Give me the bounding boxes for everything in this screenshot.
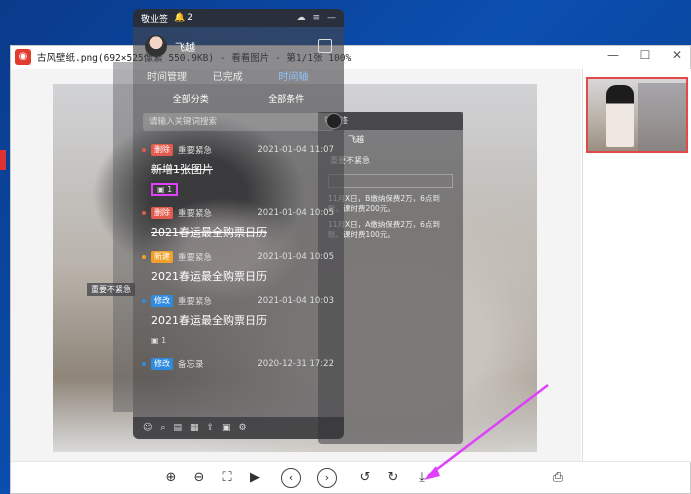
- menu-icon[interactable]: ≡: [312, 13, 320, 23]
- priority-label: 重要紧急: [178, 146, 213, 156]
- timeline-item[interactable]: 新建 重要紧急 2021-01-04 10:05 2021春运最全购票日历: [133, 246, 344, 290]
- bell-icon[interactable]: 🔔: [174, 13, 185, 23]
- timeline-item[interactable]: 删除 重要紧急 2021-01-04 10:05 2021春运最全购票日历: [133, 202, 344, 246]
- panel2-input[interactable]: [328, 174, 453, 188]
- status-badge: 新建: [151, 251, 173, 263]
- status-badge: 修改: [151, 295, 173, 307]
- note-title: 新增1张图片: [151, 163, 213, 176]
- minimize-icon[interactable]: —: [327, 13, 336, 23]
- priority-label: 重要紧急: [178, 209, 213, 219]
- calendar-icon[interactable]: ▣: [222, 423, 231, 433]
- search-input[interactable]: 请输入关键词搜索: [143, 113, 342, 131]
- priority-label: 备忘录: [178, 360, 204, 370]
- notes-bottom-bar: ☺ ⌕ ▤ ▦ ⇪ ▣ ⚙: [133, 417, 344, 439]
- image-count[interactable]: ▣ 1: [151, 336, 166, 345]
- timeline-item[interactable]: 修改 备忘录 2020-12-31 17:22: [133, 353, 344, 377]
- timeline-list: 删除 重要紧急 2021-01-04 11:07 新增1张图片 ▣ 1 删除 重…: [133, 139, 344, 377]
- close-button[interactable]: ✕: [670, 48, 684, 62]
- tab-time-management[interactable]: 时间管理: [147, 68, 213, 83]
- window-controls: — ☐ ✕: [606, 48, 684, 62]
- viewer-toolbar: ⊕ ⊖ ⛶ ▶ ‹ › ↺ ↻ ⤓ ⎙: [11, 461, 690, 493]
- zoom-in-icon[interactable]: ⊕: [161, 468, 181, 488]
- save-icon[interactable]: ⤓: [412, 468, 432, 488]
- timestamp: 2021-01-04 10:03: [257, 296, 334, 306]
- note-icon[interactable]: ▤: [173, 423, 182, 433]
- thumbnail-item[interactable]: [586, 77, 688, 153]
- category-filter[interactable]: 全部分类: [173, 92, 209, 105]
- timeline-dot: [142, 362, 146, 366]
- thumbnail-figure: [606, 85, 634, 147]
- minimize-button[interactable]: —: [606, 48, 620, 62]
- timestamp: 2021-01-04 11:07: [257, 145, 334, 155]
- share-icon[interactable]: ⇪: [206, 423, 214, 433]
- timestamp: 2021-01-04 10:05: [257, 208, 334, 218]
- note-title: 2021春运最全购票日历: [151, 226, 267, 239]
- timeline-dot: [142, 148, 146, 152]
- notes-app-window: 敬业签 🔔 2 ☁ ≡ — 飞越 时间管理 已完成 时间轴 全部分类 全部条件 …: [133, 9, 344, 439]
- search-placeholder: 请输入关键词搜索: [149, 117, 218, 127]
- condition-filter[interactable]: 全部条件: [268, 92, 304, 105]
- image-count-value: 1: [167, 185, 173, 194]
- priority-label: 重要紧急: [178, 297, 213, 307]
- zoom-out-icon[interactable]: ⊖: [189, 468, 209, 488]
- notes-tabs: 时间管理 已完成 时间轴: [133, 65, 344, 85]
- status-badge: 修改: [151, 358, 173, 370]
- status-badge: 删除: [151, 144, 173, 156]
- user-icon[interactable]: ☺: [143, 423, 152, 433]
- timestamp: 2021-01-04 10:05: [257, 252, 334, 262]
- avatar[interactable]: [145, 35, 167, 57]
- priority-label: 重要紧急: [178, 253, 213, 263]
- notes-app-name: 敬业签: [141, 14, 169, 25]
- tab-completed[interactable]: 已完成: [213, 68, 279, 83]
- notification-count: 2: [187, 13, 193, 23]
- timeline-item[interactable]: 删除 重要紧急 2021-01-04 11:07 新增1张图片 ▣ 1: [133, 139, 344, 202]
- note-title: 2021春运最全购票日历: [151, 314, 267, 327]
- image-count[interactable]: ▣ 1: [151, 183, 179, 196]
- grid-icon[interactable]: ▦: [190, 423, 199, 433]
- search-go-icon[interactable]: [326, 113, 342, 129]
- settings-icon[interactable]: ⚙: [239, 423, 247, 433]
- maximize-button[interactable]: ☐: [638, 48, 652, 62]
- rotate-left-icon[interactable]: ↺: [355, 468, 375, 488]
- cloud-icon[interactable]: ☁: [296, 13, 305, 23]
- thumbnail-panel: [582, 69, 691, 462]
- thumbnail-overlay: [638, 83, 686, 151]
- status-badge: 删除: [151, 207, 173, 219]
- fit-icon[interactable]: ⛶: [217, 468, 237, 488]
- rotate-right-icon[interactable]: ↻: [383, 468, 403, 488]
- timeline-dot: [142, 255, 146, 259]
- image-count-value: 1: [161, 336, 167, 345]
- timeline-dot: [142, 299, 146, 303]
- username: 飞越: [175, 42, 195, 54]
- desktop-sliver: [0, 150, 6, 170]
- note-title: 2021春运最全购票日历: [151, 270, 267, 283]
- print-icon[interactable]: ⎙: [548, 468, 568, 488]
- left-strip-overlay: [113, 62, 133, 412]
- tab-timeline[interactable]: 时间轴: [278, 68, 344, 83]
- search-icon[interactable]: ⌕: [160, 423, 165, 433]
- notes-topbar-controls: ☁ ≡ —: [296, 13, 336, 23]
- notes-topbar: 敬业签 🔔 2 ☁ ≡ —: [133, 9, 344, 27]
- calendar-icon[interactable]: [318, 39, 332, 53]
- next-icon[interactable]: ›: [317, 468, 337, 488]
- viewer-app-icon: ◉: [15, 49, 31, 65]
- timeline-dot: [142, 211, 146, 215]
- notes-filters: 全部分类 全部条件: [133, 85, 344, 111]
- notes-user-row: 飞越: [133, 27, 344, 65]
- prev-icon[interactable]: ‹: [281, 468, 301, 488]
- timestamp: 2020-12-31 17:22: [257, 359, 334, 369]
- strip-label: 重要不紧急: [87, 283, 135, 296]
- play-icon[interactable]: ▶: [245, 468, 265, 488]
- timeline-item[interactable]: 修改 重要紧急 2021-01-04 10:03 2021春运最全购票日历 ▣ …: [133, 290, 344, 353]
